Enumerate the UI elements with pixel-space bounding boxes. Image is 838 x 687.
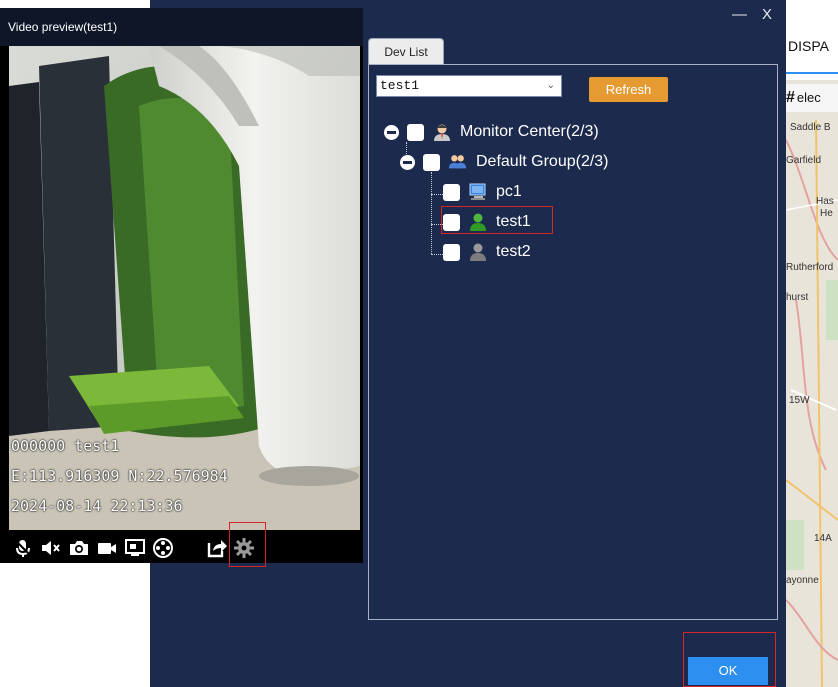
grid-icon: #: [786, 89, 795, 106]
video-title: Video preview(test1): [8, 20, 118, 34]
map-label: Rutherford: [786, 262, 834, 273]
overlay-device: 000000 test1: [11, 437, 120, 455]
operator-icon: [432, 122, 452, 142]
tree-connector: [431, 194, 443, 195]
record-icon[interactable]: [96, 537, 118, 559]
screen-icon[interactable]: [124, 537, 146, 559]
highlight-box: [441, 206, 553, 234]
map-label: hurst: [786, 292, 809, 303]
device-select-value: test1: [380, 78, 420, 93]
map-tool-electronic[interactable]: # elec: [786, 84, 838, 112]
minimize-button[interactable]: —: [732, 6, 747, 23]
mute-icon[interactable]: [40, 537, 62, 559]
microphone-icon[interactable]: [12, 537, 34, 559]
reel-icon[interactable]: [152, 537, 174, 559]
video-preview-window: Video preview(test1) 000000 test1 E:113.…: [0, 8, 363, 563]
pc-icon: [468, 182, 488, 202]
map-panel[interactable]: DISPA # elec Saddle B Garfield Has He Rut…: [786, 0, 838, 687]
dev-list-panel: [368, 64, 778, 620]
close-button[interactable]: X: [762, 6, 772, 23]
video-image: [9, 46, 360, 530]
map-label: 15W: [789, 395, 810, 406]
map-label: He: [820, 208, 833, 219]
user-offline-icon: [468, 242, 488, 262]
checkbox[interactable]: [407, 123, 424, 141]
share-icon[interactable]: [206, 537, 228, 559]
collapse-icon[interactable]: [400, 154, 415, 170]
tree-connector: [431, 172, 432, 254]
highlight-box: [229, 522, 266, 567]
tree-label: Default Group(2/3): [476, 153, 609, 170]
video-title-bar[interactable]: Video preview(test1): [0, 8, 363, 46]
tree-node-default-group[interactable]: Default Group(2/3): [400, 150, 609, 174]
tree-node-monitor-center[interactable]: Monitor Center(2/3): [384, 120, 599, 144]
collapse-icon[interactable]: [384, 124, 399, 140]
tree-label: Monitor Center(2/3): [460, 123, 599, 140]
tab-dispatch[interactable]: DISPA: [788, 38, 829, 54]
group-icon: [448, 152, 468, 172]
checkbox[interactable]: [443, 243, 460, 261]
checkbox[interactable]: [443, 183, 460, 201]
tree-label: test2: [496, 243, 531, 260]
camera-icon[interactable]: [68, 537, 90, 559]
map-label: ayonne: [786, 575, 819, 586]
checkbox[interactable]: [423, 153, 440, 171]
tree-node-device[interactable]: test2: [443, 240, 531, 264]
tree-node-device[interactable]: pc1: [443, 180, 522, 204]
refresh-button[interactable]: Refresh: [589, 77, 668, 102]
overlay-datetime: 2024-08-14 22:13:36: [11, 497, 183, 515]
overlay-coords: E:113.916309 N:22.576984: [11, 467, 228, 485]
map-label: Saddle B: [790, 122, 831, 133]
highlight-box: [683, 632, 776, 687]
map-label: Garfield: [786, 155, 822, 166]
map-label: Has: [816, 196, 834, 207]
tree-label: pc1: [496, 183, 522, 200]
device-select[interactable]: test1 ⌄: [376, 75, 562, 97]
chevron-down-icon: ⌄: [546, 80, 555, 91]
tab-dev-list[interactable]: Dev List: [368, 38, 444, 65]
map-tool-label: elec: [796, 90, 821, 105]
map-label: 14A: [814, 533, 832, 544]
tab-underline: [786, 72, 838, 74]
tree-connector: [431, 254, 443, 255]
video-frame[interactable]: [9, 46, 360, 530]
